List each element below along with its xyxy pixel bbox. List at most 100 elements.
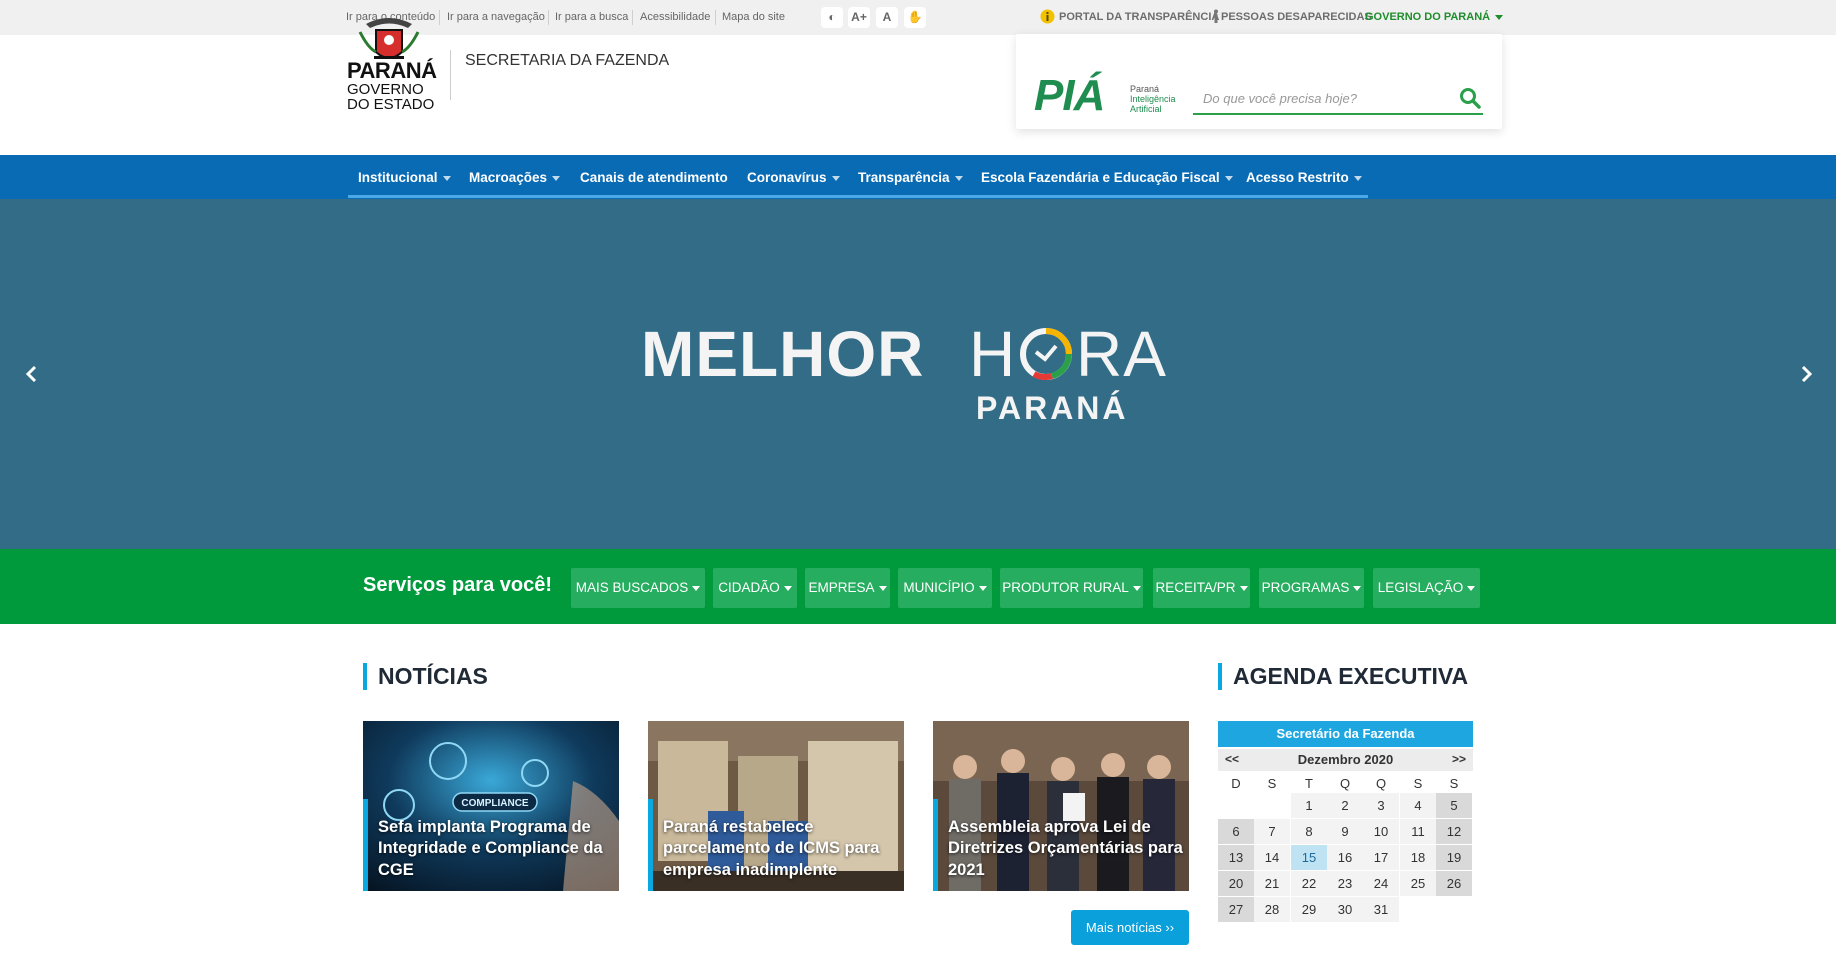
calendar-day[interactable]: 12 [1436,819,1472,844]
service-label: PROGRAMAS [1261,580,1350,595]
nav-item-institucional[interactable]: Institucional [358,170,451,185]
nav-label: Coronavírus [747,170,827,185]
news-card[interactable]: Assembleia aprova Lei de Diretrizes Orça… [933,721,1189,891]
service-label: LEGISLAÇÃO [1377,580,1464,595]
calendar-weekday-label: S [1267,776,1277,791]
services-title: Serviços para você! [363,574,552,596]
calendar-day[interactable]: 25 [1400,871,1436,896]
search-input[interactable] [1193,83,1483,115]
calendar-day[interactable]: 4 [1400,793,1436,818]
governo-parana-dropdown[interactable]: GOVERNO DO PARANÁ [1365,11,1504,23]
calendar-day[interactable]: 19 [1436,845,1472,870]
calendar-day[interactable]: 28 [1254,897,1290,922]
pia-logo[interactable]: PIÁ [1034,72,1105,120]
calendar-day[interactable]: 21 [1254,871,1290,896]
service-button-empresa[interactable]: EMPRESA [805,568,890,608]
service-button-receita-pr[interactable]: RECEITA/PR [1153,568,1250,608]
chevron-down-icon [1132,585,1141,591]
carousel-prev-icon[interactable] [22,363,42,385]
portal-transparencia-link[interactable]: PORTAL DA TRANSPARÊNCIA [1059,11,1219,23]
service-button-legislacao[interactable]: LEGISLAÇÃO [1373,568,1480,608]
clock-icon [1020,328,1072,380]
pia-tagline: Paraná Inteligência Artificial [1130,84,1176,114]
nav-item-acesso-restrito[interactable]: Acesso Restrito [1246,170,1362,185]
calendar-day[interactable]: 1 [1291,793,1327,818]
skip-to-search-link[interactable]: Ir para a busca [555,11,628,23]
carousel-next-icon[interactable] [1796,363,1816,385]
accessibility-link[interactable]: Acessibilidade [640,11,710,23]
calendar-day[interactable]: 30 [1327,897,1363,922]
calendar-next-button[interactable]: >> [1452,752,1466,766]
calendar-day[interactable]: 31 [1363,897,1399,922]
calendar-day[interactable]: 18 [1400,845,1436,870]
calendar-day[interactable]: 8 [1291,819,1327,844]
calendar-day[interactable]: 22 [1291,871,1327,896]
calendar-day[interactable]: 24 [1363,871,1399,896]
header-divider [450,50,451,100]
more-news-button[interactable]: Mais notícias ›› [1071,910,1189,945]
hero-word-hora-ra: RA [1076,318,1167,390]
service-label: PRODUTOR RURAL [1002,580,1129,595]
chevron-down-icon [1495,14,1504,20]
service-button-produtor-rural[interactable]: PRODUTOR RURAL [1000,568,1143,608]
service-button-mais-buscados[interactable]: MAIS BUSCADOS [571,568,705,608]
news-title[interactable]: Paraná restabelece parcelamento de ICMS … [663,817,899,882]
divider [548,10,549,25]
calendar-day[interactable]: 15 [1291,845,1327,870]
service-button-cidadao[interactable]: CIDADÃO [713,568,797,608]
calendar-day[interactable]: 9 [1327,819,1363,844]
news-title[interactable]: Assembleia aprova Lei de Diretrizes Orça… [948,817,1184,882]
compliance-image-text: COMPLIANCE [461,798,529,809]
calendar-day[interactable]: 29 [1291,897,1327,922]
pessoas-desaparecidas-link[interactable]: PESSOAS DESAPARECIDAS [1221,11,1372,23]
hero-word-hora-h: H [969,318,1017,390]
calendar-day[interactable]: 23 [1327,871,1363,896]
news-title[interactable]: Sefa implanta Programa de Integridade e … [378,817,614,882]
nav-item-coronavirus[interactable]: Coronavírus [747,170,840,185]
divider [715,10,716,25]
calendar-day[interactable]: 10 [1363,819,1399,844]
pia-tagline-2: Inteligência [1130,94,1176,104]
calendar-day[interactable]: 3 [1363,793,1399,818]
news-card[interactable]: Paraná restabelece parcelamento de ICMS … [648,721,904,891]
calendar-day[interactable]: 14 [1254,845,1290,870]
calendar-day[interactable]: 20 [1218,871,1254,896]
calendar-day[interactable]: 16 [1327,845,1363,870]
secretaria-title[interactable]: SECRETARIA DA FAZENDA [465,52,669,70]
calendar-day[interactable]: 2 [1327,793,1363,818]
contrast-toggle-button[interactable]: ◐ [821,7,843,28]
nav-item-macroacoes[interactable]: Macroações [469,170,561,185]
hero-word-melhor: MELHOR [641,318,925,390]
sign-language-button[interactable]: ✋ [904,7,926,28]
chevron-down-icon [954,175,963,181]
calendar-day[interactable]: 26 [1436,871,1472,896]
chevron-down-icon [1239,585,1248,591]
search-icon[interactable] [1458,86,1482,110]
calendar-day[interactable]: 7 [1254,819,1290,844]
increase-font-button[interactable]: A+ [848,7,870,28]
calendar-weekday-label: T [1305,776,1313,791]
news-accent [648,799,653,891]
calendar-day[interactable]: 27 [1218,897,1254,922]
calendar-weekday-label: S [1449,776,1459,791]
info-icon [1040,9,1055,24]
calendar-day[interactable]: 11 [1400,819,1436,844]
calendar-day[interactable]: 17 [1363,845,1399,870]
site-header [0,35,1836,155]
nav-label: Escola Fazendária e Educação Fiscal [981,170,1220,185]
skip-to-navigation-link[interactable]: Ir para a navegação [447,11,545,23]
calendar-day[interactable]: 5 [1436,793,1472,818]
calendar-day[interactable]: 13 [1218,845,1254,870]
service-button-programas[interactable]: PROGRAMAS [1259,568,1364,608]
calendar-day[interactable]: 6 [1218,819,1254,844]
reset-font-button[interactable]: A [876,7,898,28]
sitemap-link[interactable]: Mapa do site [722,11,785,23]
news-accent [933,799,938,891]
service-label: RECEITA/PR [1155,580,1236,595]
nav-underline [348,195,1368,198]
service-button-municipio[interactable]: MUNICÍPIO [898,568,992,608]
nav-item-canais-de-atendimento[interactable]: Canais de atendimento [580,170,728,185]
news-card[interactable]: COMPLIANCE Sefa implanta Programa de Int… [363,721,619,891]
nav-item-escola-fazendaria[interactable]: Escola Fazendária e Educação Fiscal [981,170,1233,185]
nav-item-transparencia[interactable]: Transparência [858,170,963,185]
